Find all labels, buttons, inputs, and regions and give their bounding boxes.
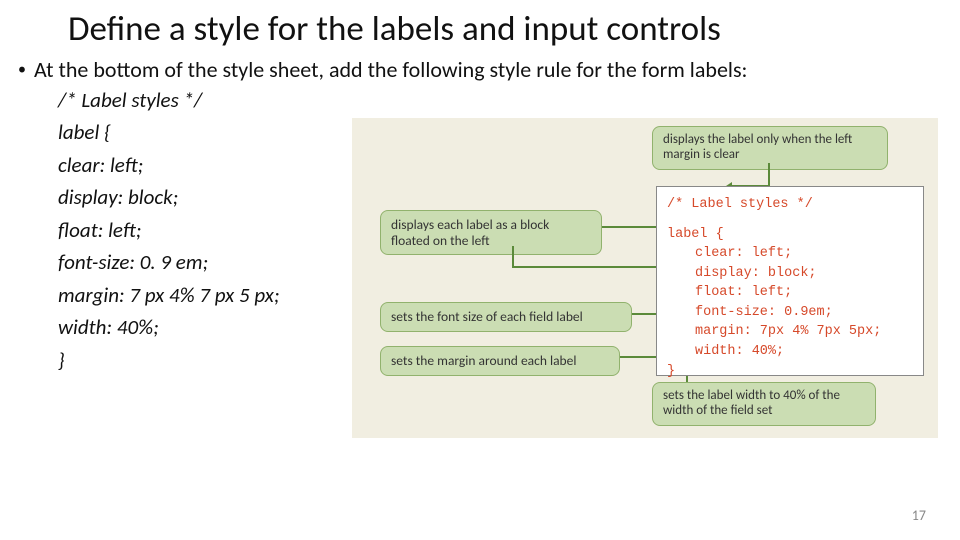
bullet-dot-icon: • xyxy=(18,60,26,80)
slide: Define a style for the labels and input … xyxy=(0,0,960,540)
code-comment: /* Label styles */ xyxy=(667,195,913,215)
code-prop: clear: left; xyxy=(667,244,913,264)
connector-line-icon xyxy=(512,246,514,266)
code-prop: float: left; xyxy=(667,283,913,303)
code-end: } xyxy=(667,362,913,382)
code-prop: display: block; xyxy=(667,264,913,284)
annotated-diagram: displays the label only when the left ma… xyxy=(352,118,938,438)
code-box: /* Label styles */ label { clear: left; … xyxy=(656,186,924,376)
code-blank-line xyxy=(667,215,913,225)
slide-title: Define a style for the labels and input … xyxy=(0,0,960,50)
callout-clear-left: displays the label only when the left ma… xyxy=(652,126,888,170)
bullet-line: • At the bottom of the style sheet, add … xyxy=(18,56,942,84)
code-prop: width: 40%; xyxy=(667,342,913,362)
callout-block-float: displays each label as a block floated o… xyxy=(380,210,602,255)
code-line: /* Label styles */ xyxy=(58,84,942,117)
bullet-text: At the bottom of the style sheet, add th… xyxy=(34,56,747,84)
code-prop: font-size: 0.9em; xyxy=(667,303,913,323)
page-number: 17 xyxy=(912,507,926,524)
code-selector: label { xyxy=(667,225,913,245)
connector-arrow-icon xyxy=(512,266,668,268)
code-prop: margin: 7px 4% 7px 5px; xyxy=(667,322,913,342)
callout-font-size: sets the font size of each field label xyxy=(380,302,632,332)
callout-margin: sets the margin around each label xyxy=(380,346,620,376)
connector-line-icon xyxy=(768,163,770,185)
callout-width: sets the label width to 40% of the width… xyxy=(652,382,876,426)
